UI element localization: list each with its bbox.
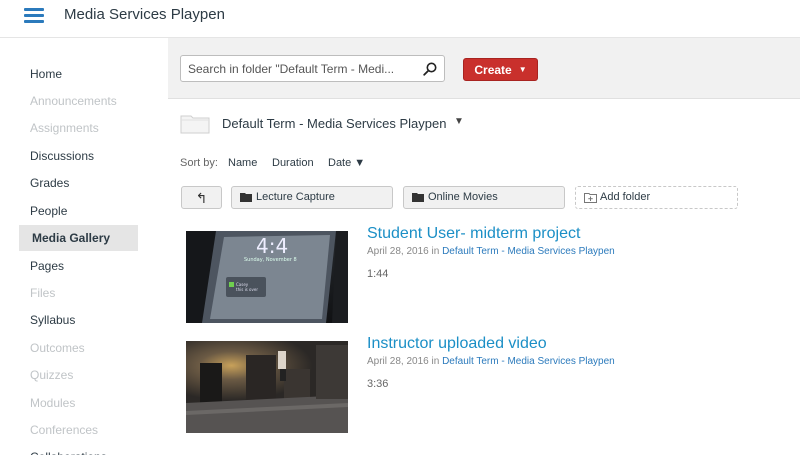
add-folder-icon — [584, 193, 597, 203]
folder-search-box — [180, 55, 445, 82]
course-nav-sidebar: Home Announcements Assignments Discussio… — [0, 38, 168, 455]
sidebar-item-conferences[interactable]: Conferences — [30, 420, 98, 440]
sidebar-item-pages[interactable]: Pages — [30, 256, 64, 276]
hamburger-menu-icon[interactable] — [24, 8, 44, 23]
folder-lecture-capture[interactable]: Lecture Capture — [231, 186, 393, 209]
sort-by-label: Sort by: — [180, 157, 218, 169]
media-item: 4:4 Sunday, November 8 Casey this is ove… — [186, 225, 746, 323]
sidebar-item-assignments[interactable]: Assignments — [30, 118, 99, 138]
sidebar-item-files[interactable]: Files — [30, 283, 55, 303]
media-title-link[interactable]: Instructor uploaded video — [367, 335, 547, 353]
parent-folder-button[interactable]: ↰ — [181, 186, 222, 209]
folder-search-input[interactable] — [188, 59, 408, 78]
media-folder-link[interactable]: Default Term - Media Services Playpen — [442, 246, 615, 257]
media-folder-link[interactable]: Default Term - Media Services Playpen — [442, 356, 615, 367]
folder-online-movies[interactable]: Online Movies — [403, 186, 565, 209]
video-thumbnail[interactable]: 4:4 Sunday, November 8 Casey this is ove… — [186, 231, 348, 323]
folder-icon — [412, 193, 424, 202]
folder-label: Lecture Capture — [256, 191, 335, 203]
sort-by-duration[interactable]: Duration — [272, 157, 314, 169]
media-date: April 28, 2016 — [367, 356, 429, 367]
sidebar-item-home[interactable]: Home — [30, 64, 62, 84]
sort-by-date[interactable]: Date ▼ — [328, 157, 365, 169]
up-arrow-icon: ↰ — [195, 190, 208, 206]
sidebar-item-people[interactable]: People — [30, 201, 67, 221]
folder-dropdown-caret-icon[interactable]: ▼ — [454, 116, 464, 127]
media-meta: April 28, 2016 in Default Term - Media S… — [367, 356, 615, 367]
media-meta: April 28, 2016 in Default Term - Media S… — [367, 246, 615, 257]
sidebar-item-announcements[interactable]: Announcements — [30, 91, 117, 111]
media-in-text: in — [431, 246, 440, 257]
sidebar-item-discussions[interactable]: Discussions — [30, 146, 94, 166]
sidebar-item-quizzes[interactable]: Quizzes — [30, 365, 73, 385]
sidebar-item-collaborations[interactable]: Collaborations — [30, 447, 107, 455]
create-button-label: Create — [474, 62, 512, 77]
media-duration: 3:36 — [367, 378, 389, 390]
media-in-text: in — [431, 356, 440, 367]
sidebar-item-outcomes[interactable]: Outcomes — [30, 338, 85, 358]
add-folder-label: Add folder — [600, 191, 651, 203]
sidebar-item-syllabus[interactable]: Syllabus — [30, 310, 75, 330]
thumb-clock: 4:4 — [256, 234, 288, 258]
media-date: April 28, 2016 — [367, 246, 429, 257]
video-thumbnail[interactable] — [186, 341, 348, 433]
folder-label: Online Movies — [428, 191, 498, 203]
media-title-link[interactable]: Student User- midterm project — [367, 225, 580, 243]
sidebar-item-modules[interactable]: Modules — [30, 393, 75, 413]
course-title: Media Services Playpen — [64, 6, 225, 23]
svg-text:this is over: this is over — [236, 287, 258, 292]
media-toolbar: Create ▼ — [168, 38, 800, 99]
search-icon[interactable] — [423, 62, 437, 76]
current-folder-title: Default Term - Media Services Playpen — [222, 116, 447, 131]
media-duration: 1:44 — [367, 268, 389, 280]
folder-icon — [180, 115, 210, 134]
create-button[interactable]: Create ▼ — [463, 58, 538, 81]
sidebar-item-grades[interactable]: Grades — [30, 173, 69, 193]
thumb-date: Sunday, November 8 — [244, 257, 297, 263]
folder-icon — [240, 193, 252, 202]
sidebar-item-media-gallery[interactable]: Media Gallery — [19, 225, 138, 251]
chevron-down-icon: ▼ — [518, 65, 527, 74]
media-item: Instructor uploaded video April 28, 2016… — [186, 335, 746, 433]
sort-by-name[interactable]: Name — [228, 157, 257, 169]
top-header: Media Services Playpen — [0, 0, 800, 38]
add-folder-button[interactable]: Add folder — [575, 186, 738, 209]
